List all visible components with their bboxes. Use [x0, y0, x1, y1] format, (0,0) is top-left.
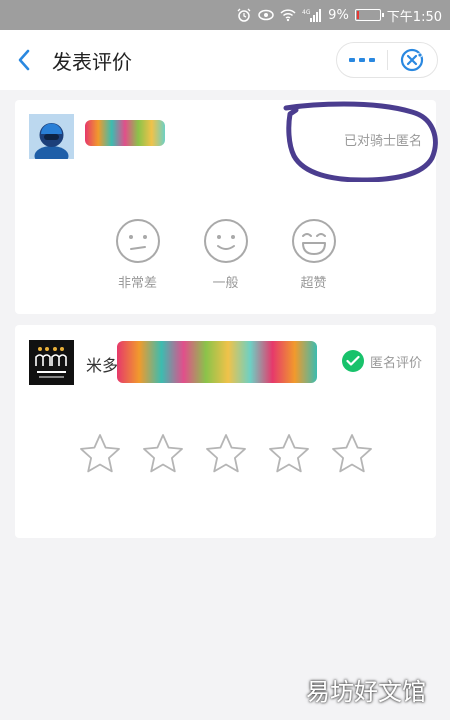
- status-time: 下午1:50: [386, 9, 442, 25]
- battery-percent: 9%: [328, 7, 349, 23]
- face-meh-icon: [115, 219, 160, 263]
- rating-label-very-bad: 非常差: [117, 276, 157, 291]
- battery-icon: [354, 9, 384, 21]
- more-button[interactable]: [337, 42, 387, 78]
- watermark-text: 易坊好文馆: [306, 678, 426, 706]
- chevron-left-icon: [18, 49, 30, 71]
- face-laugh-icon: [291, 219, 336, 263]
- star-icon-2[interactable]: [142, 433, 184, 475]
- shop-name: 米多: [86, 356, 119, 375]
- battery-fill: [356, 11, 359, 19]
- rating-option-excellent[interactable]: 超赞: [291, 218, 337, 291]
- star-icon-5[interactable]: [331, 433, 373, 475]
- anonymous-review-toggle[interactable]: 匿名评价: [341, 350, 422, 372]
- alarm-icon: [236, 8, 252, 22]
- rating-label-average: 一般: [212, 276, 239, 291]
- rider-rating-options: 非常差 一般 超赞: [15, 218, 436, 291]
- star-icon-1[interactable]: [79, 433, 121, 475]
- back-button[interactable]: [0, 30, 48, 90]
- shop-name-redacted: [117, 341, 317, 383]
- signal-icon: 4G: [302, 8, 322, 22]
- rating-option-average[interactable]: 一般: [203, 218, 249, 291]
- star-icon-4[interactable]: [268, 433, 310, 475]
- rating-label-excellent: 超赞: [300, 276, 327, 291]
- eye-icon: [258, 8, 274, 22]
- header-bar: 发表评价: [0, 30, 450, 90]
- check-circle-icon: [341, 350, 364, 372]
- wifi-icon: [280, 8, 296, 22]
- star-icon-3[interactable]: [205, 433, 247, 475]
- face-smile-icon: [203, 219, 248, 263]
- more-dots-icon: [348, 58, 375, 62]
- rating-option-very-bad[interactable]: 非常差: [115, 218, 161, 291]
- star-rating: [15, 433, 436, 475]
- shop-rating-card: 米多 匿名评价: [15, 325, 436, 538]
- status-bar: 4G 9% 下午1:50: [0, 0, 450, 30]
- close-button[interactable]: [387, 42, 437, 78]
- mini-program-capsule: [336, 42, 438, 78]
- shop-logo: [29, 340, 74, 385]
- network-label: 4G: [302, 9, 311, 16]
- rider-rating-card: 已对骑士匿名 非常差 一般 超赞: [15, 100, 436, 314]
- rider-anonymous-label: 已对骑士匿名: [343, 134, 422, 149]
- anonymous-review-label: 匿名评价: [369, 355, 422, 371]
- rider-avatar: [29, 114, 74, 159]
- rider-name-redacted: [85, 120, 165, 146]
- close-target-icon: [401, 48, 424, 72]
- page-title: 发表评价: [52, 49, 132, 74]
